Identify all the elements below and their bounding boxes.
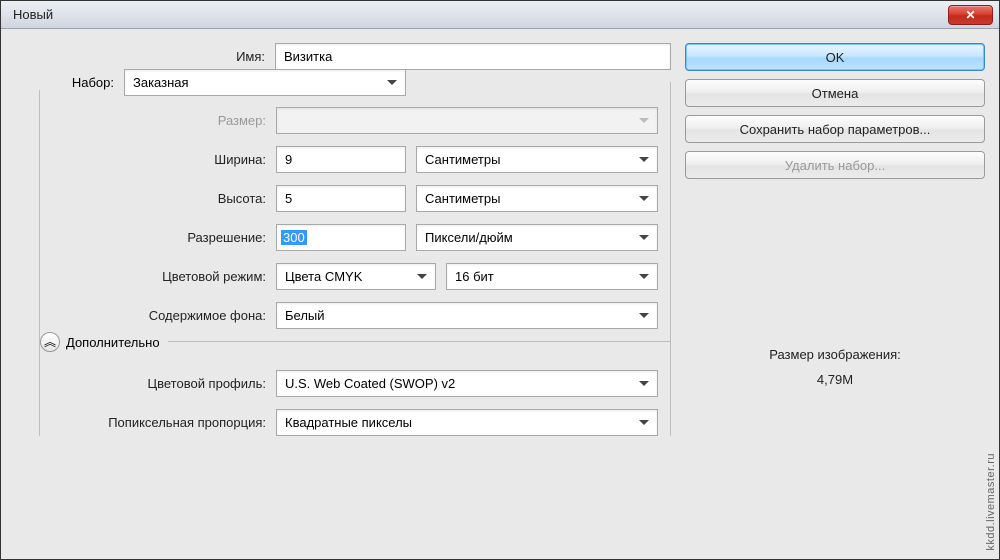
- row-color-mode: Цветовой режим: Цвета CMYK 16 бит: [52, 263, 658, 290]
- height-unit-select[interactable]: Сантиметры: [416, 185, 658, 212]
- chevron-down-icon: [639, 118, 649, 123]
- name-input[interactable]: [275, 43, 671, 70]
- row-width: Ширина: Сантиметры: [52, 146, 658, 173]
- preset-select[interactable]: Заказная: [124, 69, 406, 96]
- chevron-up-icon: ︽: [44, 336, 56, 348]
- ok-button[interactable]: OK: [685, 43, 985, 71]
- color-mode-value: Цвета CMYK: [285, 269, 362, 284]
- chevron-down-icon: [639, 313, 649, 318]
- close-button[interactable]: ✕: [948, 5, 993, 25]
- advanced-header: ︽ Дополнительно: [40, 332, 168, 352]
- height-input[interactable]: [276, 185, 406, 212]
- pixel-aspect-select[interactable]: Квадратные пикселы: [276, 409, 658, 436]
- chevron-down-icon: [639, 420, 649, 425]
- chevron-down-icon: [639, 157, 649, 162]
- form-column: Имя: Набор: Заказная Размер:: [15, 43, 671, 539]
- label-name: Имя:: [15, 49, 275, 64]
- chevron-down-icon: [639, 381, 649, 386]
- background-value: Белый: [285, 308, 325, 323]
- row-color-profile: Цветовой профиль: U.S. Web Coated (SWOP)…: [52, 370, 658, 397]
- label-height: Высота:: [52, 191, 276, 206]
- close-icon: ✕: [965, 8, 975, 22]
- window-title: Новый: [7, 7, 53, 22]
- resolution-value: 300: [281, 230, 307, 245]
- image-size-value: 4,79M: [685, 372, 985, 387]
- new-document-dialog: Новый ✕ Имя: Набор: Заказная: [0, 0, 1000, 560]
- delete-preset-button: Удалить набор...: [685, 151, 985, 179]
- image-size-label: Размер изображения:: [685, 347, 985, 362]
- row-size: Размер:: [52, 107, 658, 134]
- row-resolution: Разрешение: 300 Пиксели/дюйм: [52, 224, 658, 251]
- color-profile-select[interactable]: U.S. Web Coated (SWOP) v2: [276, 370, 658, 397]
- width-unit-value: Сантиметры: [425, 152, 500, 167]
- advanced-group: ︽ Дополнительно Цветовой профиль: U.S. W…: [40, 341, 670, 436]
- buttons-column: OK Отмена Сохранить набор параметров... …: [685, 43, 985, 539]
- row-height: Высота: Сантиметры: [52, 185, 658, 212]
- label-width: Ширина:: [52, 152, 276, 167]
- label-preset: Набор:: [16, 75, 124, 90]
- resolution-unit-select[interactable]: Пиксели/дюйм: [416, 224, 658, 251]
- preset-value: Заказная: [133, 75, 189, 90]
- dialog-body: Имя: Набор: Заказная Размер:: [1, 29, 999, 559]
- label-background: Содержимое фона:: [52, 308, 276, 323]
- row-pixel-aspect: Попиксельная пропорция: Квадратные пиксе…: [52, 409, 658, 436]
- label-pixel-aspect: Попиксельная пропорция:: [52, 415, 276, 430]
- chevron-down-icon: [639, 196, 649, 201]
- titlebar: Новый ✕: [1, 1, 999, 29]
- background-select[interactable]: Белый: [276, 302, 658, 329]
- image-size-info: Размер изображения: 4,79M: [685, 347, 985, 387]
- size-select: [276, 107, 658, 134]
- label-resolution: Разрешение:: [52, 230, 276, 245]
- chevron-down-icon: [639, 274, 649, 279]
- watermark: kkdd.livemaster.ru: [985, 453, 997, 551]
- width-input[interactable]: [276, 146, 406, 173]
- preset-group: Набор: Заказная Размер:: [39, 82, 671, 436]
- row-background: Содержимое фона: Белый: [52, 302, 658, 329]
- resolution-unit-value: Пиксели/дюйм: [425, 230, 513, 245]
- bit-depth-value: 16 бит: [455, 269, 494, 284]
- chevron-down-icon: [417, 274, 427, 279]
- delete-preset-label: Удалить набор...: [785, 158, 885, 173]
- label-color-mode: Цветовой режим:: [52, 269, 276, 284]
- height-unit-value: Сантиметры: [425, 191, 500, 206]
- save-preset-button[interactable]: Сохранить набор параметров...: [685, 115, 985, 143]
- bit-depth-select[interactable]: 16 бит: [446, 263, 658, 290]
- label-size: Размер:: [52, 113, 276, 128]
- label-color-profile: Цветовой профиль:: [52, 376, 276, 391]
- save-preset-label: Сохранить набор параметров...: [740, 122, 931, 137]
- resolution-input[interactable]: 300: [276, 224, 406, 251]
- color-profile-value: U.S. Web Coated (SWOP) v2: [285, 376, 455, 391]
- collapse-toggle[interactable]: ︽: [40, 332, 60, 352]
- cancel-button[interactable]: Отмена: [685, 79, 985, 107]
- chevron-down-icon: [639, 235, 649, 240]
- row-name: Имя:: [15, 43, 671, 70]
- label-advanced: Дополнительно: [66, 335, 160, 350]
- width-unit-select[interactable]: Сантиметры: [416, 146, 658, 173]
- cancel-label: Отмена: [812, 86, 859, 101]
- ok-label: OK: [826, 50, 845, 65]
- chevron-down-icon: [387, 80, 397, 85]
- pixel-aspect-value: Квадратные пикселы: [285, 415, 412, 430]
- color-mode-select[interactable]: Цвета CMYK: [276, 263, 436, 290]
